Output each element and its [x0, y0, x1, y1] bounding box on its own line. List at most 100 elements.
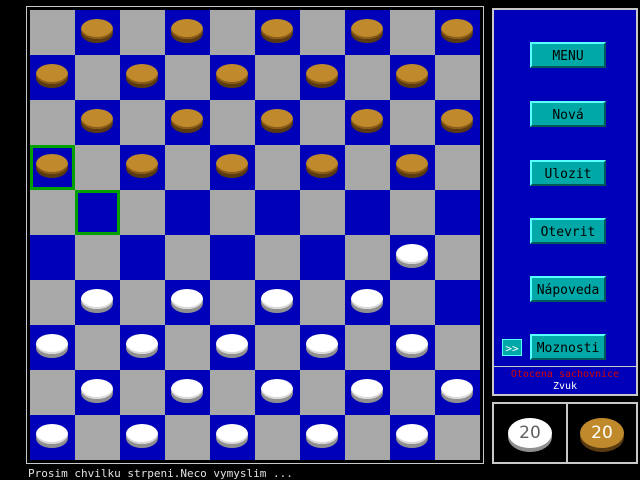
board-square[interactable]: [30, 370, 75, 415]
gold-checker-piece[interactable]: [126, 154, 158, 178]
board-square[interactable]: [435, 280, 480, 325]
white-checker-piece[interactable]: [81, 289, 113, 313]
board-square[interactable]: [255, 190, 300, 235]
gold-checker-piece[interactable]: [171, 19, 203, 43]
white-checker-piece[interactable]: [261, 379, 293, 403]
board-square[interactable]: [300, 325, 345, 370]
white-checker-piece[interactable]: [306, 424, 338, 448]
gold-checker-piece[interactable]: [36, 64, 68, 88]
board-square[interactable]: [300, 415, 345, 460]
board-square[interactable]: [30, 190, 75, 235]
gold-checker-piece[interactable]: [36, 154, 68, 178]
board-square[interactable]: [435, 100, 480, 145]
board-square[interactable]: [255, 55, 300, 100]
board-square[interactable]: [255, 145, 300, 190]
board-square[interactable]: [255, 10, 300, 55]
board-square[interactable]: [390, 55, 435, 100]
board-square[interactable]: [345, 325, 390, 370]
gold-checker-piece[interactable]: [171, 109, 203, 133]
gold-checker-piece[interactable]: [261, 19, 293, 43]
menu-button[interactable]: MENU: [530, 42, 606, 68]
board-square[interactable]: [435, 55, 480, 100]
white-checker-piece[interactable]: [216, 334, 248, 358]
white-checker-piece[interactable]: [441, 379, 473, 403]
board-square[interactable]: [75, 280, 120, 325]
white-checker-piece[interactable]: [81, 379, 113, 403]
gold-checker-piece[interactable]: [81, 19, 113, 43]
board-square[interactable]: [210, 190, 255, 235]
options-button[interactable]: Moznosti: [530, 334, 606, 360]
board-square[interactable]: [435, 325, 480, 370]
board-square[interactable]: [30, 235, 75, 280]
target-square[interactable]: [75, 190, 120, 235]
board-square[interactable]: [390, 145, 435, 190]
open-button[interactable]: Otevrit: [530, 218, 606, 244]
board-square[interactable]: [120, 280, 165, 325]
checkers-board[interactable]: [30, 10, 480, 460]
board-square[interactable]: [255, 100, 300, 145]
gold-checker-piece[interactable]: [81, 109, 113, 133]
board-square[interactable]: [210, 100, 255, 145]
board-square[interactable]: [435, 190, 480, 235]
board-square[interactable]: [30, 100, 75, 145]
board-square[interactable]: [30, 10, 75, 55]
board-square[interactable]: [120, 145, 165, 190]
gold-checker-piece[interactable]: [216, 154, 248, 178]
board-square[interactable]: [120, 325, 165, 370]
gold-checker-piece[interactable]: [441, 109, 473, 133]
white-checker-piece[interactable]: [171, 379, 203, 403]
new-game-button[interactable]: Nová: [530, 101, 606, 127]
board-square[interactable]: [165, 10, 210, 55]
board-square[interactable]: [390, 10, 435, 55]
board-square[interactable]: [345, 100, 390, 145]
board-square[interactable]: [345, 280, 390, 325]
board-square[interactable]: [300, 280, 345, 325]
board-square[interactable]: [120, 370, 165, 415]
gold-checker-piece[interactable]: [396, 64, 428, 88]
board-square[interactable]: [435, 415, 480, 460]
board-square[interactable]: [435, 145, 480, 190]
board-square[interactable]: [210, 415, 255, 460]
board-square[interactable]: [255, 370, 300, 415]
board-square[interactable]: [300, 10, 345, 55]
board-square[interactable]: [120, 235, 165, 280]
board-square[interactable]: [435, 235, 480, 280]
board-square[interactable]: [210, 145, 255, 190]
board-square[interactable]: [300, 190, 345, 235]
board-square[interactable]: [75, 370, 120, 415]
board-square[interactable]: [345, 55, 390, 100]
board-square[interactable]: [165, 55, 210, 100]
board-square[interactable]: [165, 325, 210, 370]
gold-checker-piece[interactable]: [261, 109, 293, 133]
board-square[interactable]: [210, 325, 255, 370]
gold-checker-piece[interactable]: [351, 19, 383, 43]
board-square[interactable]: [390, 415, 435, 460]
board-square[interactable]: [255, 325, 300, 370]
white-checker-piece[interactable]: [396, 424, 428, 448]
board-square[interactable]: [390, 370, 435, 415]
board-square[interactable]: [210, 10, 255, 55]
white-checker-piece[interactable]: [261, 289, 293, 313]
board-square[interactable]: [75, 10, 120, 55]
board-square[interactable]: [30, 325, 75, 370]
board-square[interactable]: [300, 235, 345, 280]
gold-checker-piece[interactable]: [441, 19, 473, 43]
board-square[interactable]: [75, 415, 120, 460]
board-square[interactable]: [75, 100, 120, 145]
board-square[interactable]: [120, 100, 165, 145]
board-square[interactable]: [255, 280, 300, 325]
white-checker-piece[interactable]: [171, 289, 203, 313]
white-checker-piece[interactable]: [351, 379, 383, 403]
save-button[interactable]: Ulozit: [530, 160, 606, 186]
board-square[interactable]: [345, 145, 390, 190]
board-square[interactable]: [300, 370, 345, 415]
selected-square[interactable]: [30, 145, 75, 190]
board-square[interactable]: [300, 100, 345, 145]
white-checker-piece[interactable]: [126, 334, 158, 358]
gold-checker-piece[interactable]: [126, 64, 158, 88]
board-square[interactable]: [435, 370, 480, 415]
gold-checker-piece[interactable]: [216, 64, 248, 88]
board-square[interactable]: [120, 55, 165, 100]
board-square[interactable]: [210, 370, 255, 415]
board-square[interactable]: [120, 190, 165, 235]
